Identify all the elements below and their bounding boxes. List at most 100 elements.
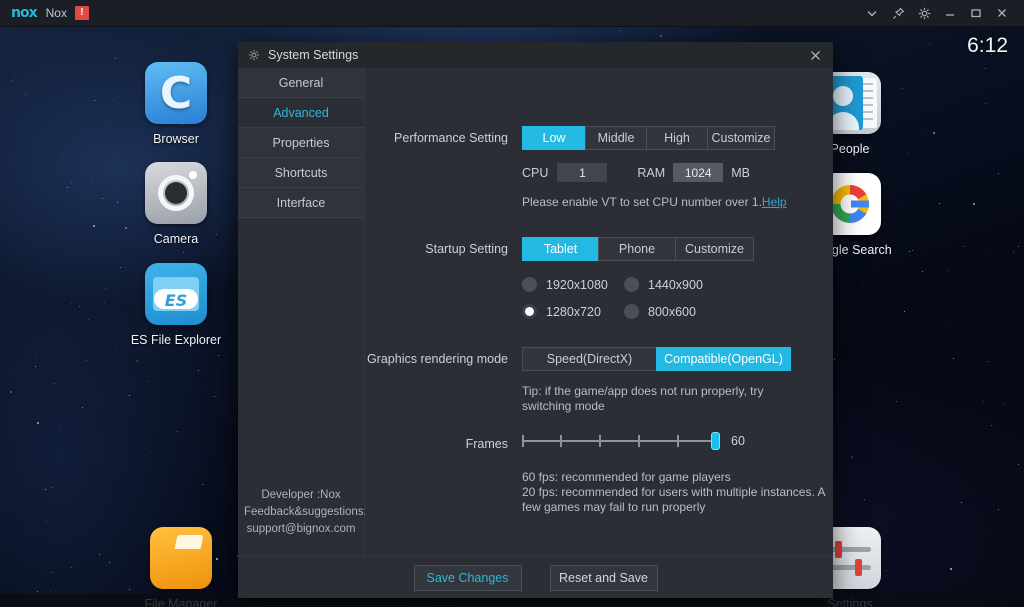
performance-option-low[interactable]: Low [522, 126, 586, 150]
dialog-footer: Save Changes Reset and Save [238, 556, 833, 598]
frames-label: Frames [465, 437, 508, 451]
settings-content-advanced: Performance Setting Low Middle High Cust… [365, 68, 833, 556]
frames-row: Frames 60 60 fps: recommended for game p… [365, 432, 833, 515]
settings-sidebar: General Advanced Properties Shortcuts In… [238, 68, 367, 556]
frames-value: 60 [731, 434, 745, 448]
startup-option-tablet[interactable]: Tablet [522, 237, 599, 261]
browser-icon: C [145, 62, 207, 124]
radio-dot [624, 277, 639, 292]
startup-setting-row: Startup Setting Tablet Phone Customize 1… [365, 237, 833, 319]
performance-segmented-control: Low Middle High Customize [522, 126, 787, 150]
graphics-mode-label: Graphics rendering mode [366, 352, 508, 366]
sidebar-item-advanced[interactable]: Advanced [238, 98, 364, 128]
ram-label: RAM [637, 165, 666, 180]
performance-option-high[interactable]: High [646, 126, 708, 150]
startup-setting-group: Tablet Phone Customize 1920x1080 1440x90… [522, 237, 754, 319]
app-root: C Browser Camera ES ES File Explorer Fil… [0, 0, 1024, 607]
support-email[interactable]: support@bignox.com [244, 521, 358, 538]
startup-option-customize[interactable]: Customize [675, 237, 754, 261]
resolution-label: 1440x900 [648, 277, 703, 292]
performance-option-customize[interactable]: Customize [707, 126, 775, 150]
dialog-title: System Settings [268, 48, 359, 62]
desktop-clock: 6:12 [967, 34, 1008, 57]
cpu-label: CPU [522, 165, 549, 180]
vt-hint-text: Please enable VT to set CPU number over … [522, 195, 762, 209]
slider-handle[interactable] [711, 432, 720, 450]
radio-dot [522, 304, 537, 319]
frames-slider-wrap: 60 [522, 432, 825, 450]
graphics-segmented-control: Speed(DirectX) Compatible(OpenGL) [522, 347, 797, 371]
performance-option-middle[interactable]: Middle [585, 126, 647, 150]
sidebar-item-shortcuts[interactable]: Shortcuts [238, 158, 364, 188]
frames-note-line-3: few games may fail to run properly [522, 500, 706, 514]
radio-dot [624, 304, 639, 319]
cpu-ram-fields: CPU RAM MB [522, 163, 787, 182]
developer-line: Developer :Nox [261, 489, 341, 501]
slider-tick [599, 435, 601, 447]
close-icon[interactable] [989, 0, 1015, 27]
performance-setting-label: Performance Setting [394, 131, 508, 145]
graphics-option-directx[interactable]: Speed(DirectX) [522, 347, 657, 371]
slider-tick [677, 435, 679, 447]
graphics-mode-tip: Tip: if the game/app does not run proper… [522, 384, 764, 413]
vt-help-link[interactable]: Help [762, 195, 787, 209]
resolution-option-1440x900[interactable]: 1440x900 [624, 277, 754, 292]
performance-setting-row: Performance Setting Low Middle High Cust… [365, 126, 833, 209]
sidebar-item-properties[interactable]: Properties [238, 128, 364, 158]
nox-logo-icon: nox [11, 5, 38, 21]
gear-icon[interactable] [911, 0, 937, 27]
frames-note-line-1: 60 fps: recommended for game players [522, 470, 731, 484]
startup-option-phone[interactable]: Phone [598, 237, 676, 261]
resolution-option-1280x720[interactable]: 1280x720 [522, 304, 624, 319]
desktop-icon-es-file-explorer[interactable]: ES ES File Explorer [121, 263, 231, 347]
dialog-body: General Advanced Properties Shortcuts In… [238, 68, 833, 556]
titlebar-controls [859, 0, 1024, 27]
slider-tick [560, 435, 562, 447]
graphics-mode-group: Speed(DirectX) Compatible(OpenGL) Tip: i… [522, 347, 797, 414]
cpu-input[interactable] [557, 163, 608, 182]
graphics-mode-row: Graphics rendering mode Speed(DirectX) C… [365, 347, 833, 414]
resolution-option-1920x1080[interactable]: 1920x1080 [522, 277, 624, 292]
resolution-label: 1920x1080 [546, 277, 608, 292]
resolution-radio-group: 1920x1080 1440x900 1280x720 800x600 [522, 277, 754, 319]
frames-note-line-2: 20 fps: recommended for users with multi… [522, 485, 826, 499]
notification-badge[interactable]: ! [74, 6, 89, 20]
pin-icon[interactable] [885, 0, 911, 27]
slider-track [522, 440, 718, 442]
maximize-icon[interactable] [963, 0, 989, 27]
desktop-icon-camera[interactable]: Camera [121, 162, 231, 246]
sidebar-item-interface[interactable]: Interface [238, 188, 364, 218]
feedback-line: Feedback&suggestions: [244, 506, 367, 518]
frames-slider[interactable] [522, 432, 720, 450]
frames-note: 60 fps: recommended for game players 20 … [522, 470, 825, 515]
startup-segmented-control: Tablet Phone Customize [522, 237, 754, 261]
ram-unit-label: MB [731, 165, 750, 180]
desktop-icon-label: Browser [153, 132, 199, 146]
system-settings-dialog: System Settings General Advanced Propert… [238, 42, 833, 598]
ram-input[interactable] [673, 163, 724, 182]
chevron-down-icon[interactable] [859, 0, 885, 27]
slider-tick [638, 435, 640, 447]
sidebar-item-general[interactable]: General [238, 68, 364, 98]
close-icon[interactable] [797, 42, 833, 68]
save-changes-button[interactable]: Save Changes [413, 564, 522, 591]
radio-dot [522, 277, 537, 292]
frames-group: 60 60 fps: recommended for game players … [522, 432, 825, 515]
file-manager-icon [150, 527, 212, 589]
developer-info: Developer :Nox Feedback&suggestions: sup… [238, 487, 367, 556]
desktop-icon-label: Camera [153, 232, 199, 246]
reset-and-save-button[interactable]: Reset and Save [549, 564, 658, 591]
vt-hint: Please enable VT to set CPU number over … [522, 195, 787, 209]
resolution-label: 800x600 [648, 304, 696, 319]
minimize-icon[interactable] [937, 0, 963, 27]
camera-icon [145, 162, 207, 224]
desktop-icon-label: ES File Explorer [130, 333, 222, 347]
startup-setting-label: Startup Setting [425, 242, 508, 256]
slider-tick [522, 435, 524, 447]
instance-tab-label[interactable]: Nox [46, 6, 67, 20]
desktop-icon-browser[interactable]: C Browser [121, 62, 231, 146]
graphics-option-opengl[interactable]: Compatible(OpenGL) [656, 347, 791, 371]
resolution-option-800x600[interactable]: 800x600 [624, 304, 754, 319]
resolution-label: 1280x720 [546, 304, 601, 319]
performance-setting-group: Low Middle High Customize CPU RAM MB [522, 126, 787, 209]
